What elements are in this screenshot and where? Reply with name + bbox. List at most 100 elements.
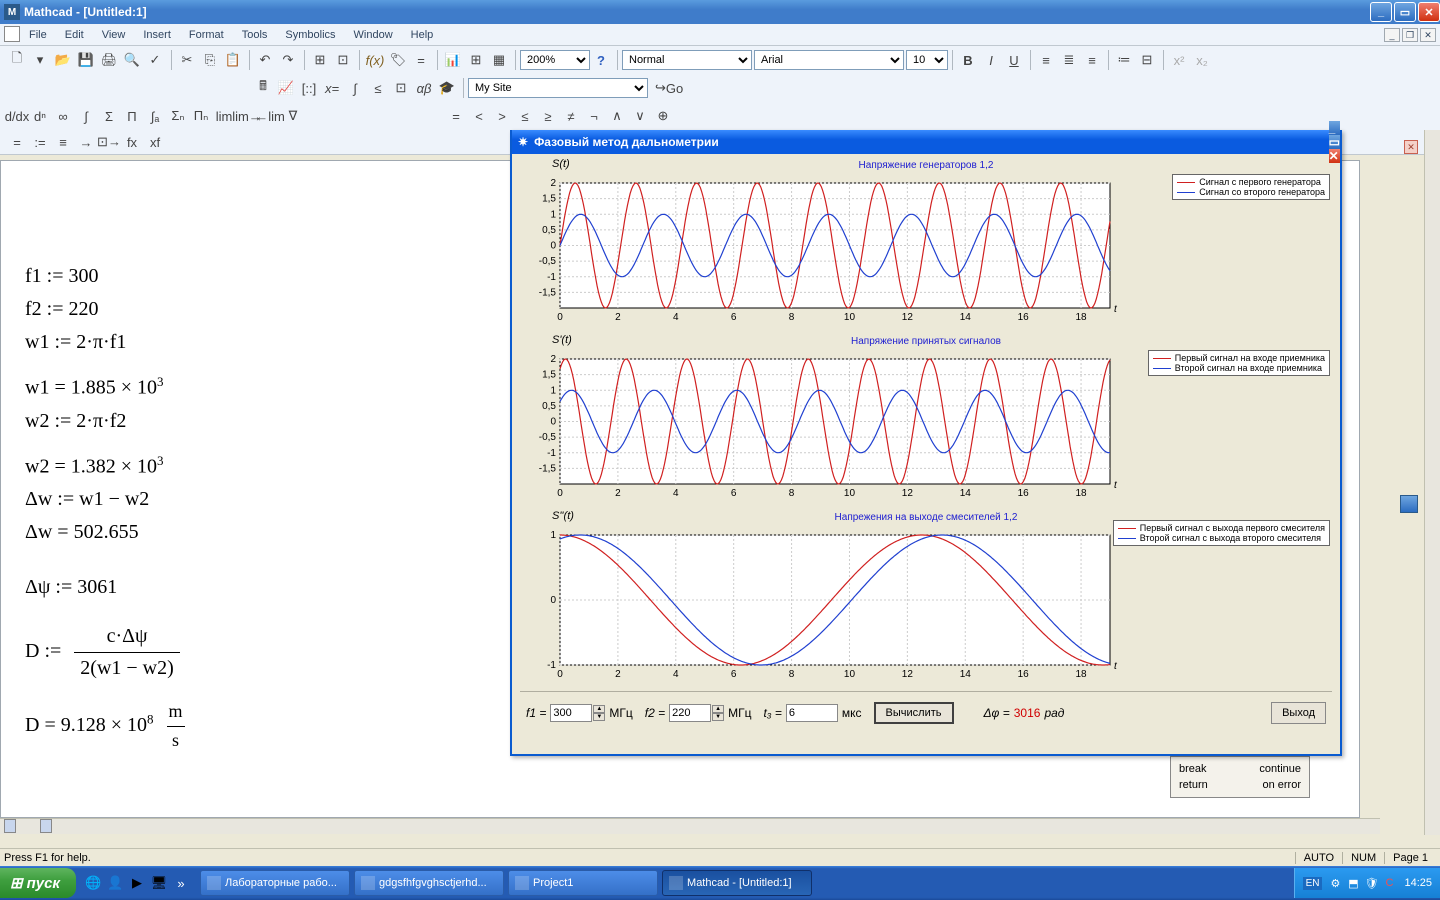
insert-matrix-button[interactable]: ⊞ bbox=[465, 49, 487, 71]
worksheet-hscroll[interactable] bbox=[0, 818, 1380, 834]
menu-edit[interactable]: Edit bbox=[56, 26, 93, 44]
mdi-restore-button[interactable]: ❐ bbox=[1402, 28, 1418, 42]
sidebar-close-icon[interactable]: ✕ bbox=[1404, 140, 1418, 154]
calc-range-product-button[interactable]: Πₙ bbox=[190, 105, 212, 127]
task-doc[interactable]: gdgsfhfgvghsctjerhd... bbox=[354, 870, 504, 896]
eval-xf-button[interactable]: xf bbox=[144, 131, 166, 153]
programming-palette-button[interactable]: ⊡ bbox=[390, 77, 412, 99]
align-regions-button[interactable]: ⊞ bbox=[309, 49, 331, 71]
calc-infinity-button[interactable]: ∞ bbox=[52, 105, 74, 127]
minimize-button[interactable]: _ bbox=[1370, 2, 1392, 22]
tray-clock[interactable]: 14:25 bbox=[1404, 877, 1432, 889]
menu-tools[interactable]: Tools bbox=[233, 26, 277, 44]
menu-insert[interactable]: Insert bbox=[134, 26, 180, 44]
tray-icon-4[interactable]: C bbox=[1382, 876, 1396, 890]
prog-return[interactable]: return bbox=[1179, 779, 1208, 791]
f2-spinner[interactable]: ▲▼ bbox=[712, 705, 724, 721]
go-button[interactable]: ↪ Go bbox=[648, 77, 690, 99]
calc-definite-integral-button[interactable]: ∫ₐ bbox=[144, 105, 166, 127]
bold-button[interactable]: B bbox=[957, 49, 979, 71]
prog-continue[interactable]: continue bbox=[1259, 763, 1301, 775]
eval-equals-button[interactable]: = bbox=[6, 131, 28, 153]
calc-range-sum-button[interactable]: Σₙ bbox=[167, 105, 189, 127]
menu-file[interactable]: File bbox=[20, 26, 56, 44]
eval-assign-button[interactable]: := bbox=[29, 131, 51, 153]
ql-msn-icon[interactable]: 👤 bbox=[106, 874, 124, 892]
align-right-button[interactable]: ≡ bbox=[1081, 49, 1103, 71]
print-button[interactable]: 🖨 bbox=[98, 49, 120, 71]
exit-button[interactable]: Выход bbox=[1271, 702, 1326, 724]
bool-ge-button[interactable]: ≥ bbox=[537, 105, 559, 127]
underline-button[interactable]: U bbox=[1003, 49, 1025, 71]
new-doc-button[interactable]: 🗋 bbox=[6, 49, 28, 71]
tz-input[interactable] bbox=[786, 704, 838, 722]
start-button[interactable]: ⊞пуск bbox=[0, 868, 76, 898]
print-preview-button[interactable]: 🔍 bbox=[121, 49, 143, 71]
calc-product-button[interactable]: Π bbox=[121, 105, 143, 127]
calculus-palette-button[interactable]: ∫ bbox=[344, 77, 366, 99]
tray-icon-3[interactable]: 🛡 bbox=[1364, 876, 1378, 890]
prog-break[interactable]: break bbox=[1179, 763, 1207, 775]
task-mathcad[interactable]: Mathcad - [Untitled:1] bbox=[662, 870, 812, 896]
bool-lt-button[interactable]: < bbox=[468, 105, 490, 127]
subscript-button[interactable]: x₂ bbox=[1191, 49, 1213, 71]
numbering-button[interactable]: ⊟ bbox=[1136, 49, 1158, 71]
spell-check-button[interactable]: ✓ bbox=[144, 49, 166, 71]
calc-limit-left-button[interactable]: ←lim bbox=[259, 105, 281, 127]
insert-math-button[interactable]: ⊡ bbox=[332, 49, 354, 71]
tray-icon-2[interactable]: ⬒ bbox=[1346, 876, 1360, 890]
close-button[interactable]: ✕ bbox=[1418, 2, 1440, 22]
mdi-close-button[interactable]: ✕ bbox=[1420, 28, 1436, 42]
align-left-button[interactable]: ≡ bbox=[1035, 49, 1057, 71]
phase-maximize-button[interactable]: ▭ bbox=[1329, 135, 1340, 149]
language-indicator[interactable]: EN bbox=[1303, 877, 1323, 890]
ql-media-icon[interactable]: ▶ bbox=[128, 874, 146, 892]
symbolic-palette-button[interactable]: 🎓 bbox=[436, 77, 458, 99]
eval-fx-button[interactable]: fx bbox=[121, 131, 143, 153]
menu-view[interactable]: View bbox=[93, 26, 135, 44]
insert-component-button[interactable]: ▦ bbox=[488, 49, 510, 71]
phase-app-titlebar[interactable]: ✷ Фазовый метод дальнометрии _ ▭ ✕ bbox=[512, 130, 1340, 154]
calc-nth-derivative-button[interactable]: dⁿ bbox=[29, 105, 51, 127]
font-select[interactable]: Arial bbox=[754, 50, 904, 70]
bool-ne-button[interactable]: ≠ bbox=[560, 105, 582, 127]
bool-le-button[interactable]: ≤ bbox=[514, 105, 536, 127]
calc-derivative-button[interactable]: d/dx bbox=[6, 105, 28, 127]
mdi-minimize-button[interactable]: _ bbox=[1384, 28, 1400, 42]
system-tray[interactable]: EN ⚙ ⬒ 🛡 C 14:25 bbox=[1294, 868, 1440, 898]
programming-palette[interactable]: breakcontinue returnon error bbox=[1170, 756, 1310, 798]
bool-or-button[interactable]: ∨ bbox=[629, 105, 651, 127]
calc-sum-button[interactable]: Σ bbox=[98, 105, 120, 127]
evaluation-palette-button[interactable]: x= bbox=[321, 77, 343, 99]
mysite-select[interactable]: My Site bbox=[468, 78, 648, 98]
insert-unit-button[interactable]: 🏷 bbox=[387, 49, 409, 71]
menu-window[interactable]: Window bbox=[345, 26, 402, 44]
align-center-button[interactable]: ≣ bbox=[1058, 49, 1080, 71]
matrix-palette-button[interactable]: [::] bbox=[298, 77, 320, 99]
hscroll-left-button[interactable] bbox=[4, 819, 16, 833]
phase-minimize-button[interactable]: _ bbox=[1329, 121, 1340, 135]
ql-desktop-icon[interactable]: 🖥 bbox=[150, 874, 168, 892]
open-button[interactable]: 📂 bbox=[52, 49, 74, 71]
font-size-select[interactable]: 10 bbox=[906, 50, 948, 70]
calc-integral-button[interactable]: ∫ bbox=[75, 105, 97, 127]
save-button[interactable]: 💾 bbox=[75, 49, 97, 71]
bool-gt-button[interactable]: > bbox=[491, 105, 513, 127]
f1-spinner[interactable]: ▲▼ bbox=[593, 705, 605, 721]
hscroll-thumb[interactable] bbox=[40, 819, 52, 833]
greek-palette-button[interactable]: αβ bbox=[413, 77, 435, 99]
undo-button[interactable]: ↶ bbox=[254, 49, 276, 71]
style-select[interactable]: Normal bbox=[622, 50, 752, 70]
help-button[interactable]: ? bbox=[590, 49, 612, 71]
eval-symbolic-button[interactable]: → bbox=[75, 131, 97, 153]
fx-button[interactable]: f(x) bbox=[364, 49, 386, 71]
superscript-button[interactable]: x² bbox=[1168, 49, 1190, 71]
menu-format[interactable]: Format bbox=[180, 26, 233, 44]
boolean-palette-button[interactable]: ≤ bbox=[367, 77, 389, 99]
maximize-button[interactable]: ▭ bbox=[1394, 2, 1416, 22]
paste-button[interactable]: 📋 bbox=[222, 49, 244, 71]
copy-button[interactable]: ⎘ bbox=[199, 49, 221, 71]
worksheet-vscroll[interactable] bbox=[1424, 130, 1440, 835]
insert-graph-button[interactable]: 📊 bbox=[442, 49, 464, 71]
bool-and-button[interactable]: ∧ bbox=[606, 105, 628, 127]
